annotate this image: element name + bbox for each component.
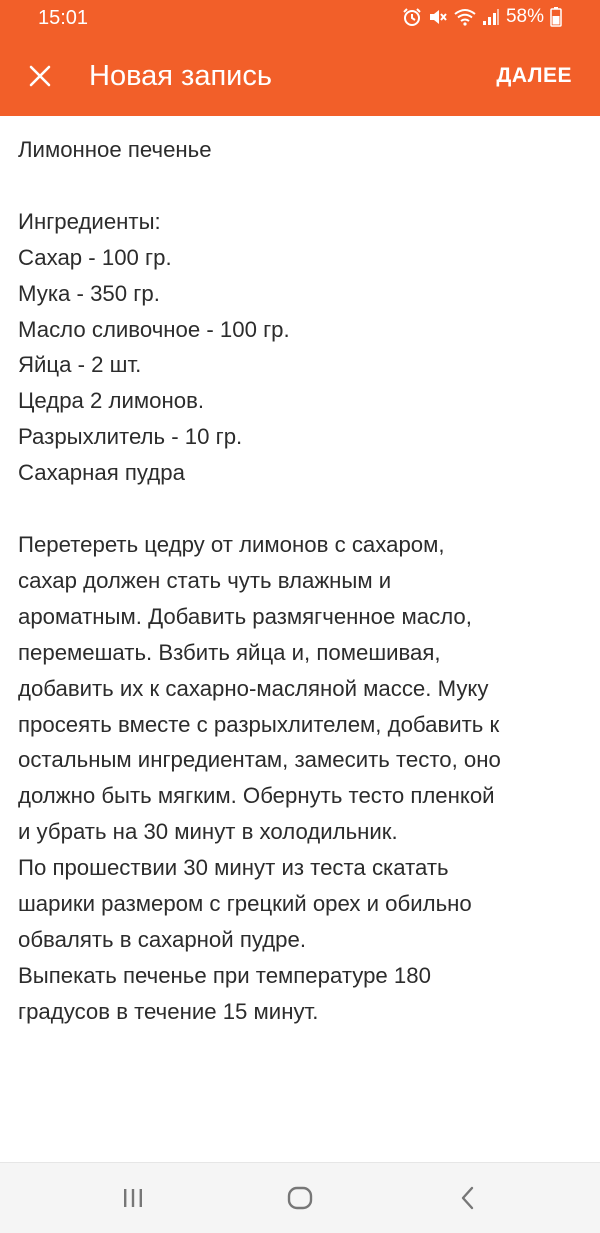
status-bar: 15:01 58% [0,0,600,36]
back-icon [461,1186,474,1210]
close-button[interactable] [22,58,58,94]
battery-icon [550,7,562,27]
status-icons: 58% [402,6,562,28]
close-icon [29,65,51,87]
alarm-icon [403,8,421,26]
home-button[interactable] [280,1180,320,1216]
navigation-bar [0,1162,600,1233]
signal-icon [482,9,499,25]
home-icon [287,1186,313,1210]
back-button[interactable] [448,1180,488,1216]
status-time: 15:01 [38,7,89,29]
app-bar: Новая запись ДАЛЕЕ [0,36,600,116]
note-text-field[interactable]: Лимонное печенье Ингредиенты: Сахар - 10… [18,132,584,1142]
recent-apps-icon [124,1189,142,1207]
page-title: Новая запись [89,60,272,92]
wifi-icon [454,9,476,26]
mute-icon [429,10,447,24]
battery-percent: 58% [505,6,544,27]
recent-apps-button[interactable] [113,1180,153,1216]
next-button[interactable]: ДАЛЕЕ [496,63,572,89]
